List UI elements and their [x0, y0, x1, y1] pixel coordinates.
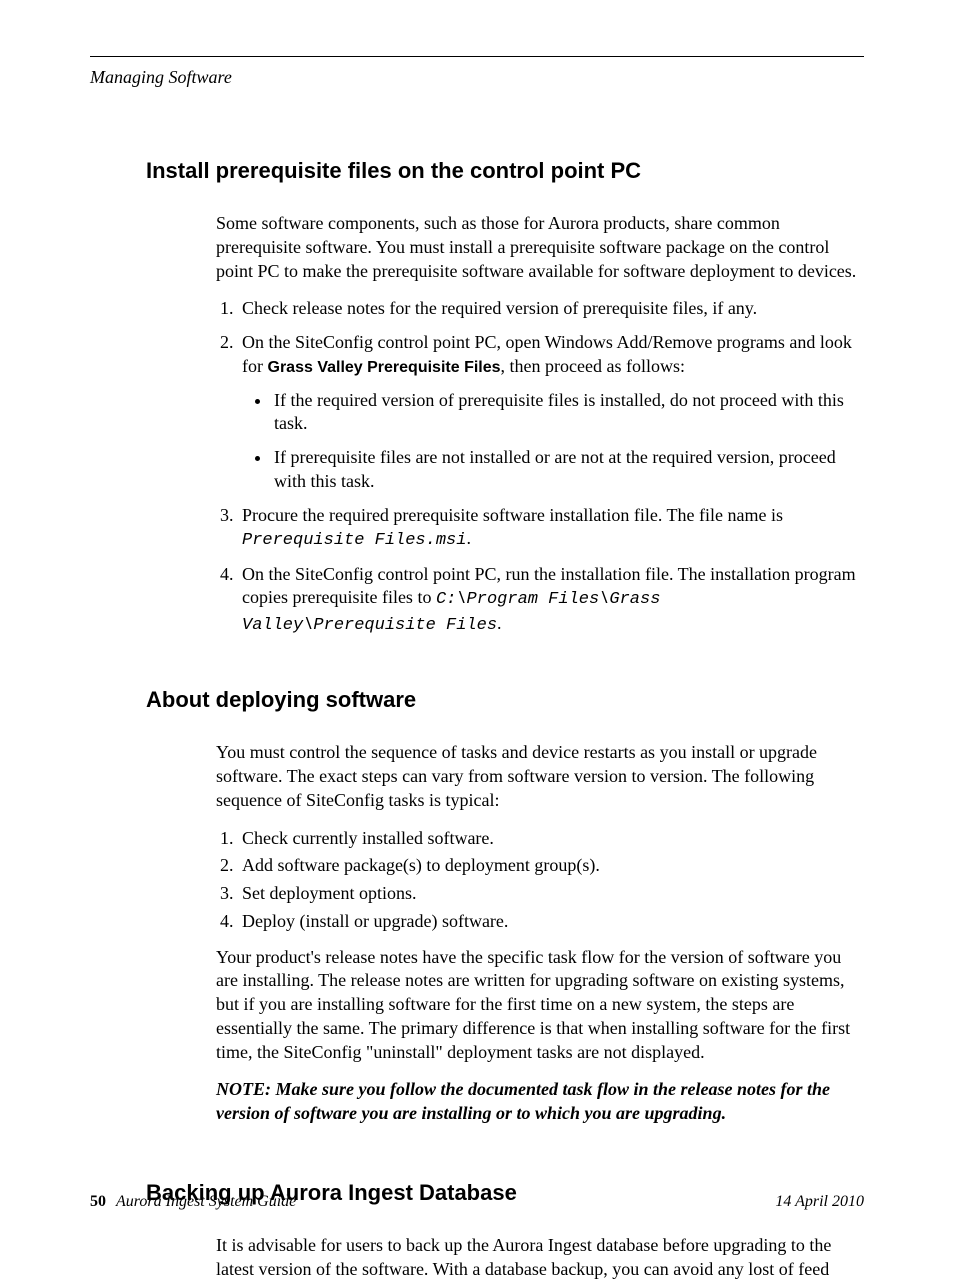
- book-title: Aurora Ingest System Guide: [116, 1193, 296, 1210]
- text: .: [466, 528, 471, 548]
- list-item: On the SiteConfig control point PC, open…: [238, 331, 864, 494]
- text: , then proceed as follows:: [501, 356, 685, 376]
- text: Procure the required prerequisite softwa…: [242, 505, 783, 525]
- list-item: If the required version of prerequisite …: [272, 389, 864, 437]
- running-header: Managing Software: [90, 67, 864, 88]
- footer-date: 14 April 2010: [775, 1193, 864, 1211]
- footer-left: 50 Aurora Ingest System Guide: [90, 1193, 296, 1211]
- page-content: Install prerequisite files on the contro…: [90, 158, 864, 1281]
- list-item: Check release notes for the required ver…: [238, 297, 864, 321]
- list-item: On the SiteConfig control point PC, run …: [238, 563, 864, 638]
- section-install-prereq-body: Some software components, such as those …: [216, 212, 864, 637]
- paragraph: Your product's release notes have the sp…: [216, 946, 864, 1065]
- list-item: Add software package(s) to deployment gr…: [238, 854, 864, 878]
- deploy-steps-list: Check currently installed software. Add …: [238, 827, 864, 934]
- filename-mono: Prerequisite Files.msi: [242, 531, 466, 550]
- install-steps-list: Check release notes for the required ver…: [238, 297, 864, 637]
- header-rule: [90, 56, 864, 57]
- sub-bullets: If the required version of prerequisite …: [272, 389, 864, 494]
- list-item: Deploy (install or upgrade) software.: [238, 910, 864, 934]
- text: .: [497, 613, 502, 633]
- heading-about-deploying: About deploying software: [146, 687, 864, 713]
- list-item: Check currently installed software.: [238, 827, 864, 851]
- heading-install-prereq: Install prerequisite files on the contro…: [146, 158, 864, 184]
- product-name-bold: Grass Valley Prerequisite Files: [268, 359, 501, 376]
- page-footer: 50 Aurora Ingest System Guide 14 April 20…: [90, 1193, 864, 1211]
- intro-paragraph: You must control the sequence of tasks a…: [216, 741, 864, 812]
- section-about-deploying-body: You must control the sequence of tasks a…: [216, 741, 864, 1126]
- intro-paragraph: It is advisable for users to back up the…: [216, 1234, 864, 1281]
- note-paragraph: NOTE: Make sure you follow the documente…: [216, 1078, 864, 1126]
- page-number: 50: [90, 1193, 106, 1210]
- section-backing-up-body: It is advisable for users to back up the…: [216, 1234, 864, 1281]
- intro-paragraph: Some software components, such as those …: [216, 212, 864, 283]
- list-item: Set deployment options.: [238, 882, 864, 906]
- list-item: If prerequisite files are not installed …: [272, 446, 864, 494]
- list-item: Procure the required prerequisite softwa…: [238, 504, 864, 553]
